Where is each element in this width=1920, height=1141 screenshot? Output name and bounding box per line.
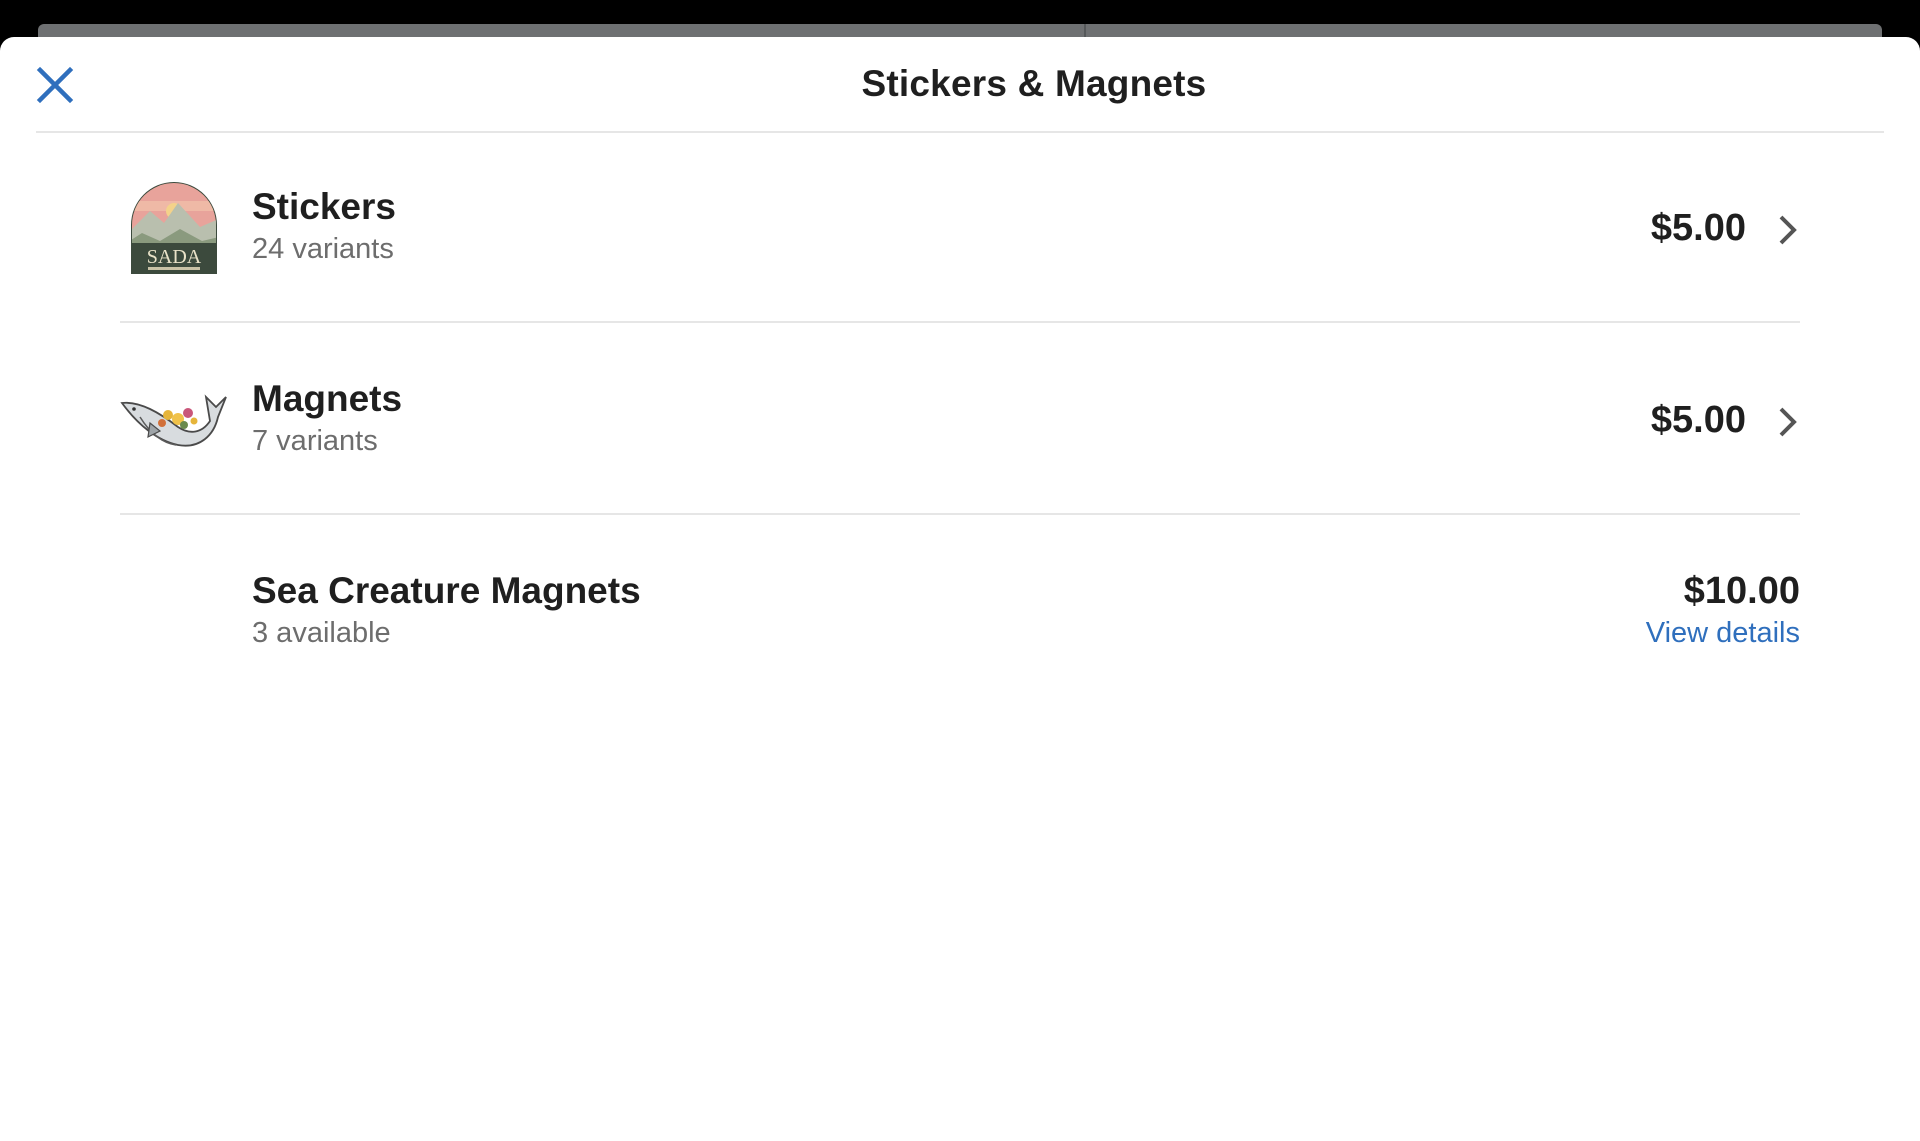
page-title: Stickers & Magnets	[861, 63, 1207, 104]
view-details-link[interactable]: View details	[1646, 617, 1800, 650]
mountain-sticker-thumbnail: SADA	[120, 181, 228, 276]
list-item-stickers[interactable]: SADA Stickers 24 variants $5.00	[120, 131, 1800, 323]
item-variant-count: 24 variants	[252, 233, 394, 265]
item-name: Sea Creature Magnets	[252, 570, 641, 611]
item-price: $5.00	[1650, 207, 1746, 249]
item-availability: 3 available	[252, 617, 391, 649]
item-name: Magnets	[252, 378, 403, 419]
product-list: SADA Stickers 24 variants $5.00 Magnets …	[120, 131, 1800, 705]
item-price: $5.00	[1650, 399, 1746, 441]
item-variant-count: 7 variants	[252, 425, 378, 457]
whale-magnet-thumbnail	[120, 373, 228, 468]
item-price: $10.00	[1683, 570, 1800, 612]
item-name: Stickers	[252, 186, 396, 227]
modal-sheet: Stickers & Magnets SADA Stickers 24 vari…	[0, 37, 1920, 1141]
list-item-magnets[interactable]: Magnets 7 variants $5.00	[120, 323, 1800, 515]
chevron-right-icon[interactable]	[1776, 404, 1800, 440]
list-item-sea-creature-magnets: Sea Creature Magnets 3 available $10.00 …	[120, 515, 1800, 705]
chevron-right-icon[interactable]	[1776, 212, 1800, 248]
svg-text:SADA: SADA	[147, 246, 202, 268]
modal-header: Stickers & Magnets	[36, 37, 1884, 133]
